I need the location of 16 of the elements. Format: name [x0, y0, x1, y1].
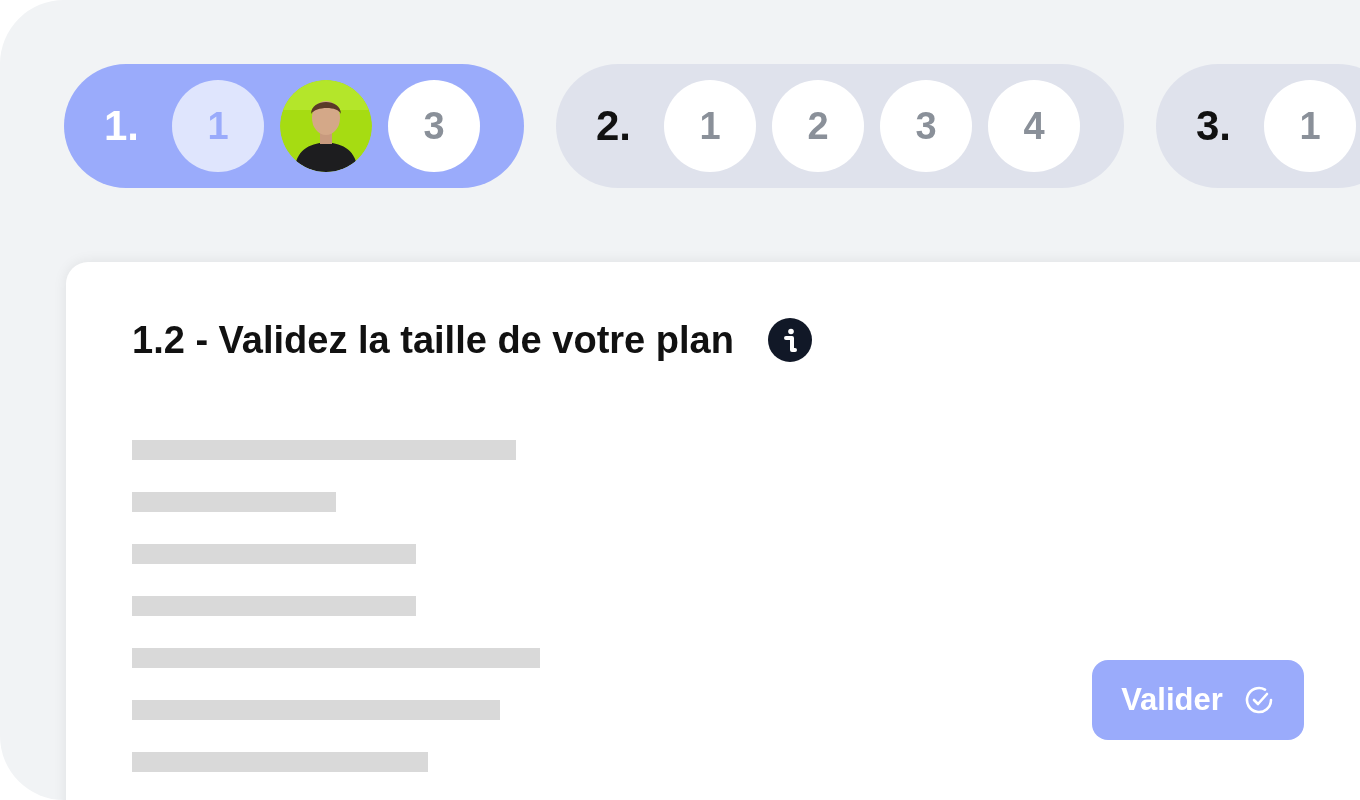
card-title: 1.2 - Validez la taille de votre plan [132, 318, 734, 362]
info-icon[interactable] [767, 318, 812, 362]
step-number[interactable]: 1 [172, 80, 264, 172]
step-label: 1. [104, 102, 141, 150]
step-label: 2. [596, 102, 633, 150]
step-group[interactable]: 3. 1 [1156, 64, 1360, 188]
step-number[interactable]: 2 [772, 80, 864, 172]
step-group[interactable]: 2. 1 2 3 4 [556, 64, 1124, 188]
step-group[interactable]: 1. 1 3 [64, 64, 524, 188]
step-number[interactable]: 1 [664, 80, 756, 172]
step-label: 3. [1196, 102, 1233, 150]
validate-button[interactable]: Valider [1092, 660, 1304, 740]
step-number[interactable]: 3 [388, 80, 480, 172]
step-number[interactable]: 3 [880, 80, 972, 172]
step-number[interactable]: 4 [988, 80, 1080, 172]
step-number[interactable]: 1 [1264, 80, 1356, 172]
